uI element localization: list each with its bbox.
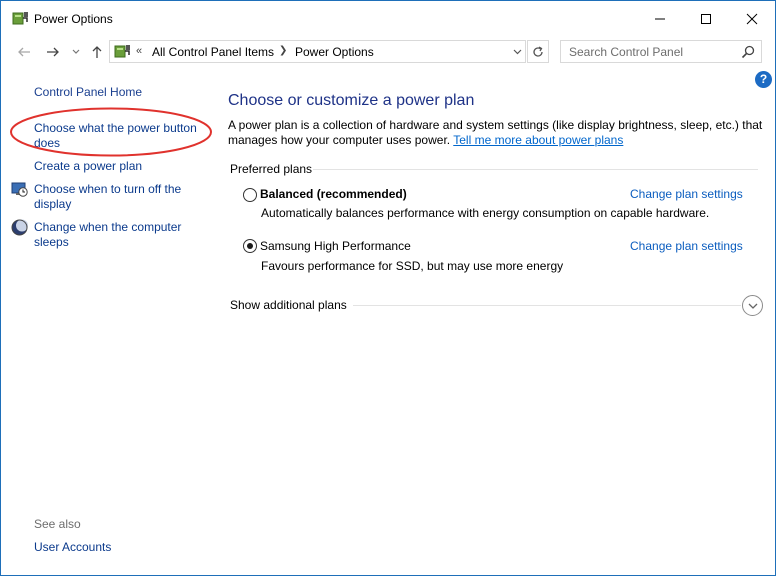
balanced-change-settings-link[interactable]: Change plan settings — [630, 187, 743, 201]
samsung-change-settings-link[interactable]: Change plan settings — [630, 239, 743, 253]
control-panel-home-link[interactable]: Control Panel Home — [34, 85, 142, 100]
main-content: Choose or customize a power plan A power… — [213, 65, 775, 575]
address-dropdown-button[interactable] — [511, 45, 523, 59]
up-arrow-icon — [92, 46, 102, 58]
left-navigation-pane: Control Panel Home Choose what the power… — [1, 65, 213, 575]
power-options-icon — [12, 12, 28, 25]
samsung-plan-name[interactable]: Samsung High Performance — [260, 239, 411, 253]
close-button[interactable] — [729, 1, 775, 37]
samsung-plan-description: Favours performance for SSD, but may use… — [261, 259, 564, 273]
minimize-button[interactable] — [637, 1, 683, 37]
see-also-heading: See also — [34, 517, 81, 531]
search-icon[interactable] — [740, 44, 756, 60]
breadcrumb-power-options[interactable]: Power Options — [295, 45, 374, 59]
forward-arrow-icon — [47, 47, 59, 57]
forward-button[interactable] — [44, 42, 62, 62]
maximize-button[interactable] — [683, 1, 729, 37]
preferred-plans-label: Preferred plans — [230, 162, 313, 176]
navigation-bar: « All Control Panel Items ❯ Power Option… — [1, 39, 775, 65]
close-icon — [746, 13, 758, 25]
chevron-down-icon — [72, 49, 80, 54]
sidebar-link-create-plan[interactable]: Create a power plan — [34, 159, 142, 174]
display-timer-icon — [11, 182, 28, 197]
control-panel-icon — [114, 45, 130, 58]
breadcrumb-separator-icon[interactable]: ❯ — [279, 45, 287, 56]
window-title: Power Options — [34, 12, 113, 26]
user-accounts-link[interactable]: User Accounts — [34, 540, 111, 555]
refresh-icon — [533, 45, 543, 57]
power-options-window: Power Options « All Control Panel Items … — [0, 0, 776, 576]
additional-plans-divider — [353, 305, 741, 306]
title-bar[interactable]: Power Options — [1, 1, 775, 37]
back-arrow-icon — [18, 47, 30, 57]
back-button[interactable] — [15, 42, 33, 62]
sleep-moon-icon — [11, 219, 28, 236]
search-box[interactable] — [560, 40, 762, 63]
breadcrumb-overflow[interactable]: « — [136, 45, 142, 57]
tell-me-more-link[interactable]: Tell me more about power plans — [453, 133, 623, 147]
maximize-icon — [701, 14, 711, 24]
up-button[interactable] — [88, 42, 106, 62]
page-title: Choose or customize a power plan — [228, 92, 475, 109]
additional-plans-label[interactable]: Show additional plans — [230, 298, 347, 312]
search-input[interactable] — [561, 41, 737, 62]
chevron-down-icon — [513, 49, 521, 55]
balanced-plan-radio[interactable] — [243, 188, 257, 202]
address-bar[interactable]: « All Control Panel Items ❯ Power Option… — [109, 40, 526, 63]
sidebar-link-computer-sleeps[interactable]: Change when the computer sleeps — [34, 220, 204, 250]
breadcrumb-all-control-panel-items[interactable]: All Control Panel Items — [152, 45, 274, 59]
balanced-plan-name[interactable]: Balanced (recommended) — [260, 187, 407, 201]
sidebar-link-turn-off-display[interactable]: Choose when to turn off the display — [34, 182, 204, 212]
expand-additional-plans-button[interactable] — [742, 295, 763, 316]
samsung-plan-radio[interactable] — [243, 239, 257, 253]
preferred-plans-divider — [313, 169, 758, 170]
refresh-button[interactable] — [527, 40, 549, 63]
balanced-plan-description: Automatically balances performance with … — [261, 206, 710, 220]
recent-locations-button[interactable] — [69, 42, 83, 62]
chevron-down-icon — [748, 303, 757, 309]
page-description: A power plan is a collection of hardware… — [228, 118, 763, 148]
minimize-icon — [655, 18, 665, 20]
sidebar-link-power-button[interactable]: Choose what the power button does — [34, 121, 206, 151]
